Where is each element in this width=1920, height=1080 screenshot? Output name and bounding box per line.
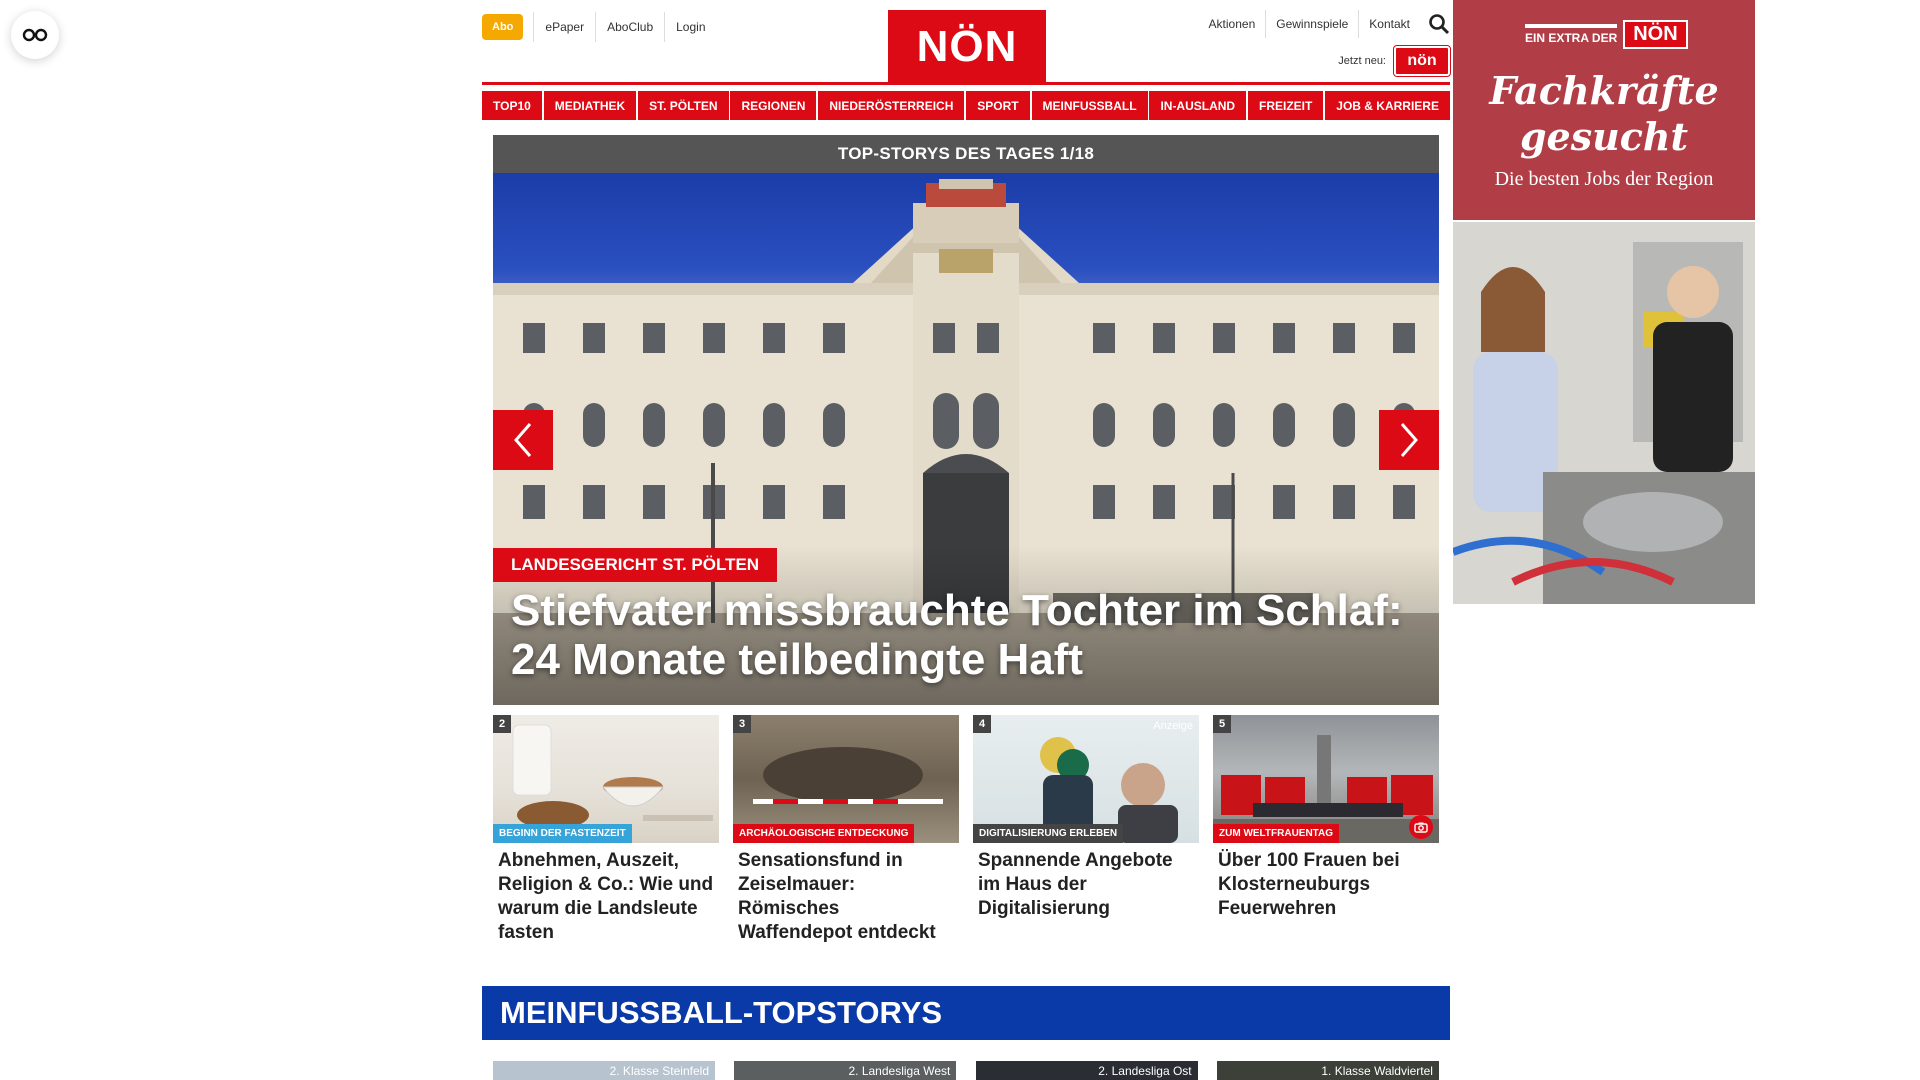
main-nav: TOP10 MEDIATHEK ST. PÖLTEN REGIONEN NIED… [482,91,1450,120]
story-image[interactable]: 5 ZUM WELTFRAUENTAG [1213,715,1439,843]
story-number: 4 [973,715,991,733]
job-advertisement[interactable]: EIN EXTRA DER NÖN Fachkräfte gesucht Die… [1453,0,1755,604]
aboclub-link[interactable]: AboClub [595,12,664,42]
story-card[interactable]: 2 BEGINN DER FASTENZEIT Abnehmen, Auszei… [493,715,719,945]
story-headline[interactable]: Abnehmen, Auszeit, Religion & Co.: Wie u… [493,843,719,945]
site-header: Abo ePaper AboClub Login NÖN Aktionen Ge… [482,0,1450,84]
jetzt-neu: Jetzt neu: nön [1338,46,1450,76]
hero-category-tag[interactable]: LANDESGERICHT ST. PÖLTEN [493,548,778,582]
noen-app-badge[interactable]: nön [1394,46,1450,76]
kontakt-link[interactable]: Kontakt [1358,10,1420,38]
story-headline[interactable]: Sensationsfund in Zeiselmauer: Römisches… [733,843,959,945]
nav-top10[interactable]: TOP10 [482,91,542,120]
nav-in-ausland[interactable]: IN-AUSLAND [1149,91,1247,120]
meinfussball-cards: 2. Klasse Steinfeld 2. Landesliga West 2… [493,1061,1439,1080]
story-card[interactable]: 4 Anzeige DIGITALISIERUNG ERLEBEN Spanne… [973,715,1199,945]
abo-button[interactable]: Abo [482,14,524,40]
nav-sport[interactable]: SPORT [966,91,1030,120]
ad-noen-logo: NÖN [1623,20,1688,49]
top-stories-list: 2 BEGINN DER FASTENZEIT Abnehmen, Auszei… [493,715,1439,945]
story-card[interactable]: 5 ZUM WELTFRAUENTAG Über 100 Frauen bei … [1213,715,1439,945]
hero-slide[interactable]: LANDESGERICHT ST. PÖLTEN Stiefvater miss… [493,173,1439,705]
search-icon[interactable] [1428,13,1450,35]
league-label: 2. Klasse Steinfeld [609,1064,709,1078]
meinfussball-card[interactable]: 1. Klasse Waldviertel [1216,1061,1439,1080]
league-label: 1. Klasse Waldviertel [1321,1064,1433,1078]
ad-subline: Die besten Jobs der Region [1494,168,1714,190]
story-category-tag[interactable]: BEGINN DER FASTENZEIT [493,824,632,843]
story-card[interactable]: 3 ARCHÄOLOGISCHE ENTDECKUNG Sensationsfu… [733,715,959,945]
league-label: 2. Landesliga Ost [1098,1064,1192,1078]
chevron-right-icon [1400,423,1418,457]
nav-meinfussball[interactable]: MEINFUSSBALL [1031,91,1148,120]
camera-icon [1409,815,1433,839]
ad-headline-line-2: gesucht [1519,114,1689,159]
header-divider [482,82,1450,85]
site-logo[interactable]: NÖN [888,10,1046,84]
hero-next-button[interactable] [1379,410,1439,470]
nav-freizeit[interactable]: FREIZEIT [1248,91,1324,120]
nav-niederoesterreich[interactable]: NIEDERÖSTERREICH [818,91,965,120]
ad-photo [1453,222,1755,604]
ad-headline-line-1: Fachkräfte [1489,68,1719,113]
ad-extra-label: EIN EXTRA DER NÖN [1525,20,1688,49]
nav-regionen[interactable]: REGIONEN [730,91,817,120]
top-left-links: Abo ePaper AboClub Login [482,12,717,42]
gewinnspiele-link[interactable]: Gewinnspiele [1265,10,1358,38]
ad-headline: Fachkräfte gesucht [1453,68,1755,160]
workers-image [1453,222,1755,604]
hero-headline[interactable]: Stiefvater missbrauchte Tochter im Schla… [511,586,1431,684]
jetzt-neu-label: Jetzt neu: [1338,55,1386,67]
story-headline[interactable]: Spannende Angebote im Haus der Digitalis… [973,843,1199,921]
top-right-links: Aktionen Gewinnspiele Kontakt [1199,10,1450,38]
nav-st-poelten[interactable]: ST. PÖLTEN [638,91,729,120]
chevron-left-icon [514,423,532,457]
epaper-link[interactable]: ePaper [533,12,595,42]
top-stories-bar: TOP-STORYS DES TAGES 1/18 [493,135,1439,173]
anzeige-label: Anzeige [1153,720,1193,732]
story-image[interactable]: 4 Anzeige DIGITALISIERUNG ERLEBEN [973,715,1199,843]
story-number: 3 [733,715,751,733]
league-label: 2. Landesliga West [848,1064,951,1078]
meinfussball-card[interactable]: 2. Landesliga Ost [975,1061,1198,1080]
ad-extra-text: EIN EXTRA DER [1525,24,1618,45]
story-number: 5 [1213,715,1231,733]
meinfussball-section-title[interactable]: MEINFUSSBALL-TOPSTORYS [482,986,1450,1040]
meinfussball-card[interactable]: 2. Klasse Steinfeld [493,1061,715,1080]
meinfussball-card[interactable]: 2. Landesliga West [734,1061,957,1080]
story-category-tag[interactable]: ZUM WELTFRAUENTAG [1213,824,1340,843]
story-image[interactable]: 2 BEGINN DER FASTENZEIT [493,715,719,843]
ad-banner: EIN EXTRA DER NÖN Fachkräfte gesucht Die… [1453,0,1755,220]
nav-job-karriere[interactable]: JOB & KARRIERE [1325,91,1450,120]
story-number: 2 [493,715,511,733]
story-category-tag[interactable]: DIGITALISIERUNG ERLEBEN [973,824,1124,843]
story-image[interactable]: 3 ARCHÄOLOGISCHE ENTDECKUNG [733,715,959,843]
reader-mode-button[interactable] [11,11,59,59]
story-category-tag[interactable]: ARCHÄOLOGISCHE ENTDECKUNG [733,824,915,843]
hero-prev-button[interactable] [493,410,553,470]
glasses-icon [22,28,48,42]
aktionen-link[interactable]: Aktionen [1199,10,1266,38]
story-headline[interactable]: Über 100 Frauen bei Klosterneuburgs Feue… [1213,843,1439,921]
login-link[interactable]: Login [664,12,716,42]
nav-mediathek[interactable]: MEDIATHEK [543,91,637,120]
